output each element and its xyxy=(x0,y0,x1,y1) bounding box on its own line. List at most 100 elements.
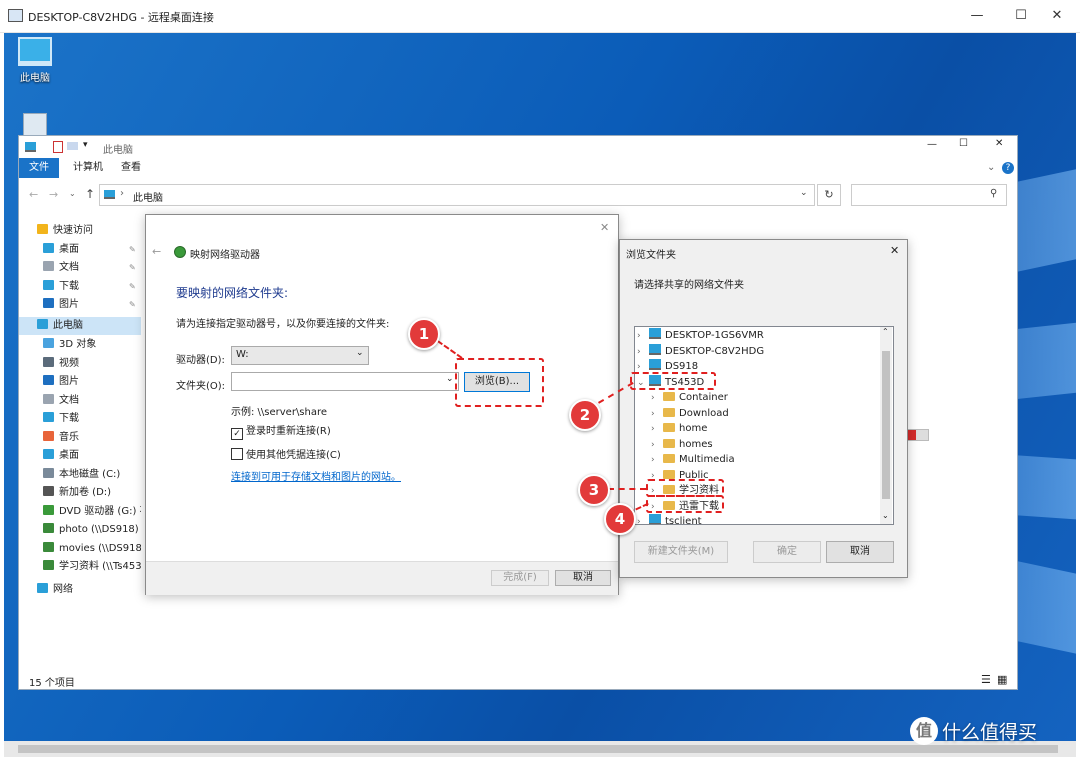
chevron-right-icon[interactable]: › xyxy=(651,391,663,407)
tree-item[interactable]: › DESKTOP-1GS6VMR xyxy=(635,328,764,344)
tree-item[interactable]: › homes xyxy=(635,437,713,453)
drive-select-value: W: xyxy=(236,349,249,360)
nav-item[interactable]: 视频 xyxy=(19,355,141,373)
tab-file[interactable]: 文件 xyxy=(19,158,59,178)
nav-item[interactable]: photo (\\DS918) ( xyxy=(19,521,141,539)
nav-item[interactable]: 图片 xyxy=(19,373,141,391)
computer-icon xyxy=(649,359,661,370)
forward-icon[interactable]: → xyxy=(49,188,58,201)
back-icon[interactable]: ← xyxy=(29,188,38,201)
browse-close-icon[interactable]: ✕ xyxy=(890,244,899,257)
nav-item-label: 图片 xyxy=(59,376,79,387)
explorer-title: 此电脑 xyxy=(103,145,133,156)
nav-item[interactable]: 网络 xyxy=(19,581,141,599)
chevron-right-icon[interactable]: › xyxy=(651,438,663,454)
nav-item-label: 此电脑 xyxy=(53,320,83,331)
nav-item[interactable]: 桌面 ✎ xyxy=(19,241,141,259)
folder-input[interactable]: ⌄ xyxy=(231,372,459,391)
address-dropdown-icon[interactable]: ⌄ xyxy=(800,188,808,198)
chevron-right-icon[interactable]: › xyxy=(637,345,649,361)
new-folder-button[interactable]: 新建文件夹(M) xyxy=(634,541,728,563)
nav-item[interactable]: 下载 xyxy=(19,410,141,428)
nav-item[interactable]: 桌面 xyxy=(19,447,141,465)
cancel-button[interactable]: 取消 xyxy=(555,570,611,586)
tree-scrollbar[interactable]: ⌃ ⌄ xyxy=(880,327,892,524)
nav-item-label: movies (\\DS918) xyxy=(59,542,141,554)
nav-item[interactable]: 下载 ✎ xyxy=(19,278,141,296)
properties-icon[interactable] xyxy=(53,141,63,153)
finish-button[interactable]: 完成(F) xyxy=(491,570,549,586)
tree-item[interactable]: › Download xyxy=(635,406,729,422)
customize-qat-icon[interactable]: ▾ xyxy=(83,140,88,150)
nav-item[interactable]: 图片 ✎ xyxy=(19,296,141,314)
close-button[interactable]: ✕ xyxy=(1034,0,1080,32)
chevron-right-icon[interactable]: › xyxy=(637,329,649,345)
nav-item[interactable]: DVD 驱动器 (G:) 不 xyxy=(19,503,141,521)
refresh-button[interactable]: ↻ xyxy=(817,184,841,206)
drive-select[interactable]: W: ⌄ xyxy=(231,346,369,365)
computer-icon xyxy=(649,514,661,524)
other-credentials-checkbox[interactable]: 使用其他凭据连接(C) xyxy=(231,446,341,461)
tab-view[interactable]: 查看 xyxy=(111,158,151,178)
address-field[interactable]: › 此电脑 ⌄ xyxy=(99,184,815,206)
ok-button[interactable]: 确定 xyxy=(753,541,821,563)
tree-item[interactable]: › home xyxy=(635,421,707,437)
nav-item[interactable]: 文档 xyxy=(19,392,141,410)
back-icon[interactable]: ← xyxy=(152,245,161,258)
nav-item[interactable]: 本地磁盘 (C:) xyxy=(19,466,141,484)
browse-folder-dialog: 浏览文件夹 ✕ 请选择共享的网络文件夹 › DESKTOP-1GS6VMR › DES… xyxy=(619,239,908,578)
network-drive-icon xyxy=(43,560,54,570)
nav-item[interactable]: 此电脑 xyxy=(19,317,141,335)
nav-item-label: 音乐 xyxy=(59,431,79,443)
nav-item[interactable]: 音乐 xyxy=(19,429,141,447)
reconnect-checkbox[interactable]: ✓ 登录时重新连接(R) xyxy=(231,422,331,440)
explorer-close-button[interactable]: ✕ xyxy=(995,138,1003,149)
ribbon-expand-icon[interactable]: ⌄ xyxy=(987,162,995,173)
nav-item[interactable]: 文档 ✎ xyxy=(19,259,141,277)
large-icons-view-icon[interactable]: ▦ xyxy=(997,673,1007,686)
tree-item-label: Download xyxy=(679,407,729,419)
drive-usage-bar xyxy=(905,429,929,441)
tree-item[interactable]: › tsclient xyxy=(635,514,702,524)
new-folder-icon[interactable] xyxy=(67,142,78,150)
minimize-button[interactable]: — xyxy=(954,0,1000,32)
watermark-text: 什么值得买 xyxy=(942,721,1038,744)
up-icon[interactable]: ↑ xyxy=(85,187,95,201)
nav-item-label: 学习资料 (\\Ts453 xyxy=(59,561,141,572)
tree-item[interactable]: › DESKTOP-C8V2HDG xyxy=(635,343,764,361)
desktop-icon-recycle-bin[interactable] xyxy=(10,113,60,137)
nav-item[interactable]: 新加卷 (D:) xyxy=(19,484,141,502)
ribbon-tabs: 文件 计算机 查看 ⌄ ? xyxy=(19,158,1017,178)
computer-icon xyxy=(37,319,48,329)
nav-item[interactable]: movies (\\DS918) xyxy=(19,540,141,558)
explorer-minimize-button[interactable]: — xyxy=(927,139,937,150)
nav-item-label: photo (\\DS918) ( xyxy=(59,524,141,535)
desktop-icon-this-pc[interactable]: 此电脑 xyxy=(10,37,60,84)
chevron-right-icon[interactable]: › xyxy=(651,422,663,438)
scroll-up-icon[interactable]: ⌃ xyxy=(882,327,889,336)
chevron-down-icon[interactable]: ⌄ xyxy=(446,374,454,384)
help-icon[interactable]: ? xyxy=(1002,162,1014,174)
chevron-right-icon[interactable]: › xyxy=(651,407,663,423)
search-input[interactable]: ⚲ xyxy=(851,184,1007,206)
tab-computer[interactable]: 计算机 xyxy=(63,158,113,178)
explorer-maximize-button[interactable]: ☐ xyxy=(959,138,968,149)
desktop-icon-label: 此电脑 xyxy=(20,73,50,84)
dialog-close-icon[interactable]: ✕ xyxy=(600,221,609,234)
tree-item[interactable]: › Container xyxy=(635,390,728,406)
nav-item[interactable]: 快速访问 xyxy=(19,222,141,240)
nav-item[interactable]: 3D 对象 xyxy=(19,336,141,354)
details-view-icon[interactable]: ☰ xyxy=(981,673,991,686)
scrollbar-thumb[interactable] xyxy=(18,745,1058,753)
website-link[interactable]: 连接到可用于存储文档和图片的网站。 xyxy=(231,468,401,483)
chevron-right-icon[interactable]: › xyxy=(637,515,649,524)
chevron-right-icon[interactable]: › xyxy=(651,453,663,469)
tree-item[interactable]: › Multimedia xyxy=(635,452,735,468)
scroll-down-icon[interactable]: ⌄ xyxy=(882,511,889,520)
nav-item[interactable]: 学习资料 (\\Ts453 xyxy=(19,558,141,576)
recent-locations-icon[interactable]: ⌄ xyxy=(69,189,76,198)
browse-cancel-button[interactable]: 取消 xyxy=(826,541,894,563)
breadcrumb[interactable]: 此电脑 xyxy=(133,189,163,204)
scrollbar-thumb[interactable] xyxy=(882,351,890,499)
folder-icon xyxy=(663,469,675,479)
